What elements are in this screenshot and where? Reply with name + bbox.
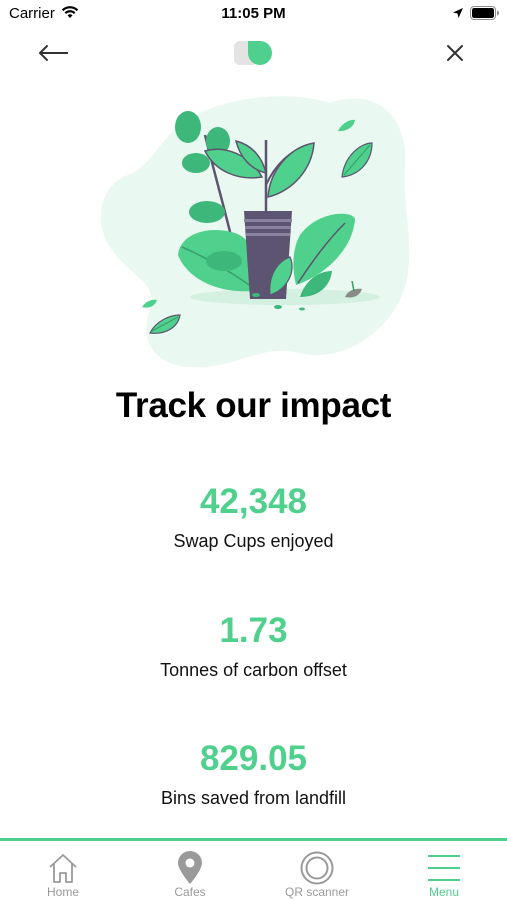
stat-value: 1.73 [219,611,288,650]
stat-label: Bins saved from landfill [160,788,347,808]
tab-menu[interactable]: Menu [381,841,507,900]
close-icon [447,45,463,61]
stat-swap-cups: 42,348 Swap Cups enjoyed [0,482,507,552]
tab-cafes[interactable]: Cafes [127,841,253,900]
page-title: Track our impact [115,386,392,425]
swap-cup-logo-icon [232,40,276,71]
arrow-left-icon [39,45,68,61]
stat-bins-saved: 829.05 Bins saved from landfill [0,739,507,809]
map-pin-icon [127,851,253,885]
plant-in-cup-illustration [0,85,507,385]
status-time: 11:05 PM [221,5,286,22]
tab-label: Home [46,885,79,899]
status-bar: Carrier 11:05 PM [0,0,507,28]
location-arrow-icon [452,6,464,24]
stat-label: Swap Cups enjoyed [173,531,334,551]
tab-label: Cafes [174,885,206,899]
tab-label: QR scanner [284,885,350,899]
menu-icon [381,851,507,885]
qr-scanner-icon [254,851,380,885]
stat-carbon-offset: 1.73 Tonnes of carbon offset [0,611,507,681]
tab-qr-scanner[interactable]: QR scanner [254,841,380,900]
stat-value: 829.05 [199,739,308,778]
tab-bar: Home Cafes QR scanner Menu [0,838,507,900]
tab-home[interactable]: Home [0,841,126,900]
tab-label: Menu [428,885,460,899]
home-icon [0,851,126,885]
stat-label: Tonnes of carbon offset [160,660,347,680]
nav-bar [0,28,507,78]
back-button[interactable] [34,38,74,68]
battery-icon [470,6,500,25]
close-button[interactable] [440,38,470,68]
stat-value: 42,348 [199,482,308,521]
